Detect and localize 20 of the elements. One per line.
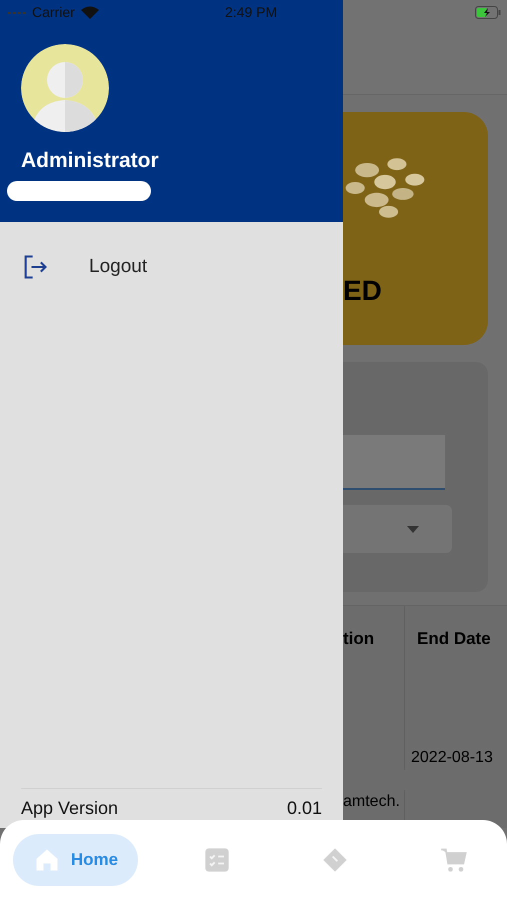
column-header: End Date	[416, 628, 492, 650]
logout-menu-item[interactable]: Logout	[0, 252, 343, 282]
carrier-label: Carrier	[32, 3, 75, 22]
battery-icon	[475, 6, 501, 19]
table-cell: 2022-08-13	[411, 749, 493, 766]
wifi-icon	[80, 6, 99, 19]
ticket-icon	[321, 846, 350, 874]
column-header: tion	[343, 606, 405, 671]
table-cell-text: amtech.	[343, 792, 400, 812]
avatar-icon	[21, 44, 109, 132]
checklist-icon	[202, 846, 231, 874]
caret-icon	[407, 526, 419, 532]
app-version-label: App Version	[21, 797, 118, 820]
status-time: 2:49 PM	[225, 3, 278, 22]
user-name: Administrator	[21, 150, 160, 171]
app-version-value: 0.01	[286, 797, 322, 820]
text-field[interactable]	[343, 435, 445, 490]
banner-text: ED	[343, 277, 383, 305]
dropdown-field[interactable]	[343, 505, 452, 553]
cart-icon	[440, 846, 468, 874]
